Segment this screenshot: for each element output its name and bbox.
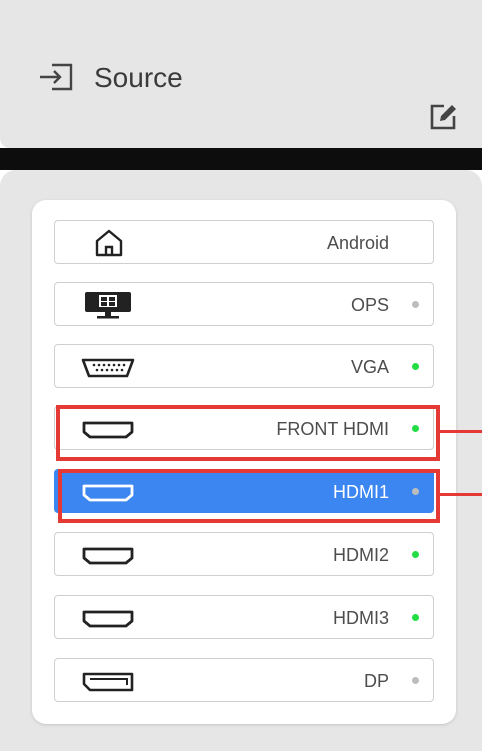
vga-port-icon xyxy=(81,358,135,378)
edit-icon[interactable] xyxy=(428,102,458,132)
source-label: Android xyxy=(326,233,389,253)
annotation-highlight-front-hdmi xyxy=(56,405,440,461)
annotation-callout-line xyxy=(440,493,482,496)
source-item-dp[interactable]: DP xyxy=(54,658,434,702)
status-dot xyxy=(412,551,419,558)
source-list-card xyxy=(32,200,456,724)
status-dot xyxy=(412,363,419,370)
source-label: HDMI3 xyxy=(332,608,389,628)
annotation-callout-line xyxy=(440,430,482,433)
hdmi-port-icon xyxy=(82,547,134,565)
divider-bar xyxy=(0,148,482,170)
source-label: VGA xyxy=(350,357,389,377)
ops-computer-icon xyxy=(85,292,131,319)
source-item-android[interactable]: Android xyxy=(54,220,434,264)
hdmi-port-icon xyxy=(82,610,134,628)
source-label: HDMI2 xyxy=(332,545,389,565)
page-title: Source xyxy=(94,62,183,93)
source-header: Source xyxy=(0,0,482,148)
status-dot xyxy=(412,677,419,684)
status-dot xyxy=(412,301,419,308)
source-label: DP xyxy=(363,671,389,691)
status-dot xyxy=(412,614,419,621)
source-item-hdmi2[interactable]: HDMI2 xyxy=(54,532,434,576)
displayport-icon xyxy=(82,672,134,692)
input-source-icon xyxy=(40,63,73,91)
annotation-highlight-hdmi1 xyxy=(58,469,440,523)
source-item-ops[interactable]: OPS xyxy=(54,282,434,326)
source-item-vga[interactable]: VGA xyxy=(54,344,434,388)
source-item-hdmi3[interactable]: HDMI3 xyxy=(54,595,434,639)
source-label: OPS xyxy=(350,295,389,315)
home-icon xyxy=(95,229,123,257)
